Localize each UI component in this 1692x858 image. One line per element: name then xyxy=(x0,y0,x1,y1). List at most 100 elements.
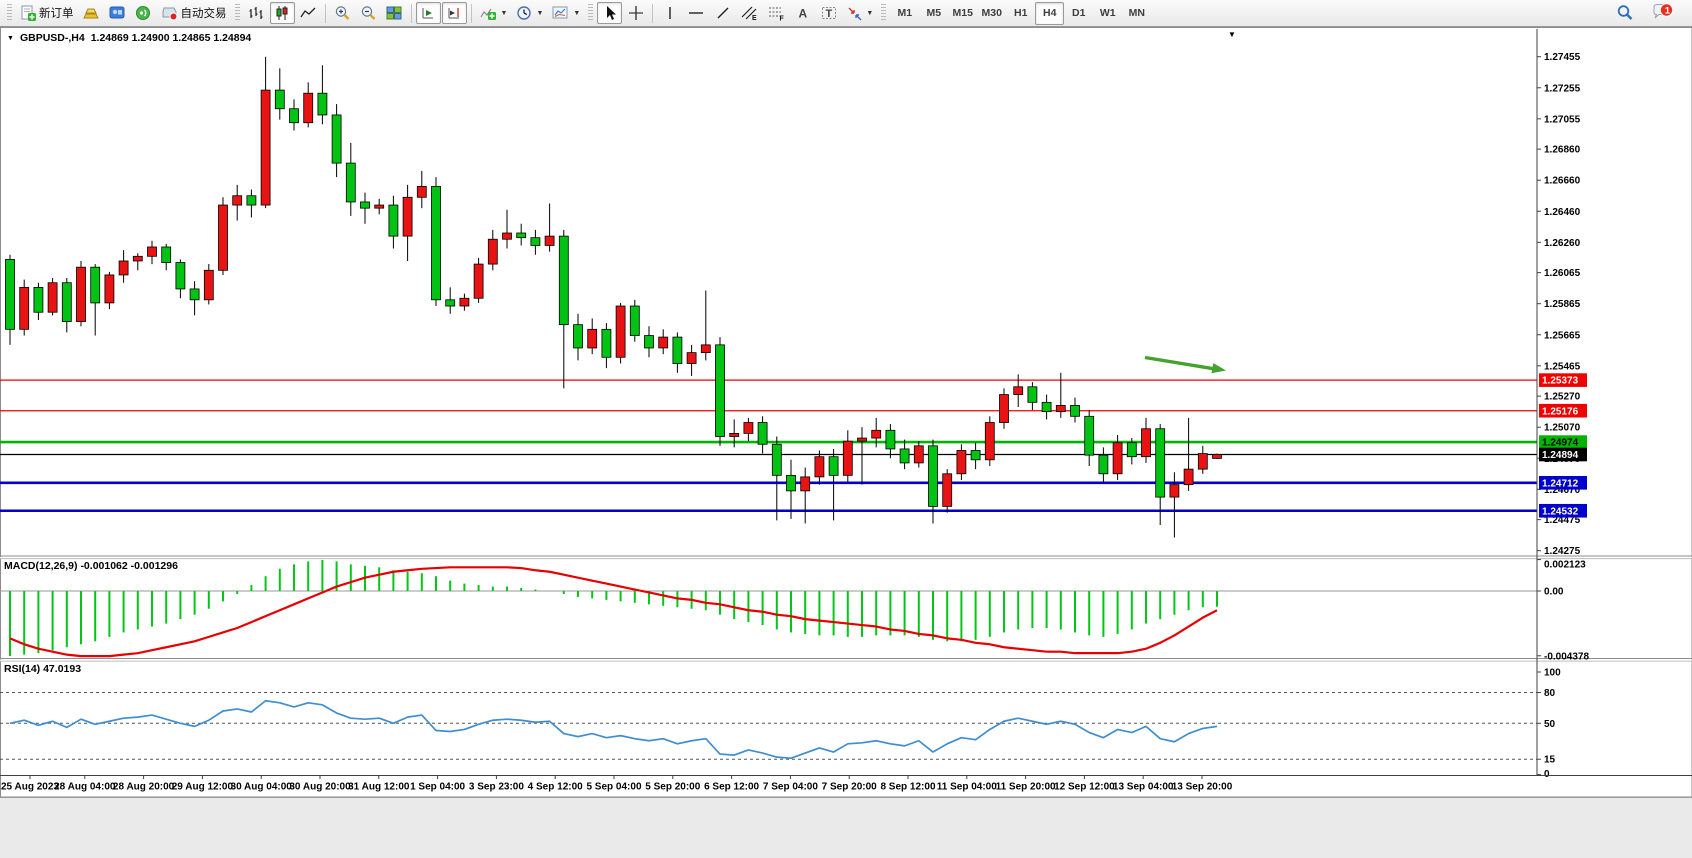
candle xyxy=(985,423,994,460)
vertical-line-button[interactable] xyxy=(657,2,682,24)
chart-area[interactable]: 1.274551.272551.270551.268601.266601.264… xyxy=(0,27,1692,797)
price-tick-label: 1.25665 xyxy=(1544,330,1581,341)
svg-text:E: E xyxy=(752,15,757,21)
equidistant-channel-button[interactable]: E xyxy=(736,2,762,24)
fibonacci-button[interactable]: F xyxy=(763,2,789,24)
gold-button[interactable] xyxy=(79,2,104,24)
time-axis-label: 30 Aug 04:00 xyxy=(231,782,293,793)
toolbar-drag-handle[interactable] xyxy=(881,4,886,22)
price-tick-label: 1.26460 xyxy=(1544,207,1581,218)
trendline-icon xyxy=(715,5,731,21)
trend-arrow[interactable] xyxy=(1145,358,1214,369)
price-tick-label: 1.26065 xyxy=(1544,268,1581,279)
candle xyxy=(1071,405,1080,416)
candle-chart-button[interactable] xyxy=(270,2,295,24)
line-chart-button[interactable] xyxy=(296,2,321,24)
candle xyxy=(1085,416,1094,455)
candle xyxy=(460,298,469,306)
chart-shift-icon xyxy=(446,5,462,21)
rsi-indicator-label: RSI(14) 47.0193 xyxy=(4,663,81,675)
timeframe-button-m1[interactable]: M1 xyxy=(890,2,919,25)
timeframe-button-m30[interactable]: M30 xyxy=(977,2,1006,25)
auto-scroll-button[interactable] xyxy=(416,2,441,24)
tile-windows-icon xyxy=(386,5,402,21)
bar-chart-button[interactable] xyxy=(244,2,269,24)
notification-count: 1 xyxy=(1665,6,1671,17)
candle xyxy=(389,205,398,236)
notifications-button[interactable]: 1 xyxy=(1646,2,1678,24)
auto-scroll-icon xyxy=(420,5,436,21)
rsi-axis-label: 0 xyxy=(1544,769,1550,780)
mql-community-button[interactable] xyxy=(105,2,130,24)
tile-windows-button[interactable] xyxy=(382,2,407,24)
arrows-icon xyxy=(846,5,862,21)
candle xyxy=(6,259,15,329)
timeframe-button-h1[interactable]: H1 xyxy=(1006,2,1035,25)
candle xyxy=(346,163,355,202)
candle xyxy=(929,446,938,507)
timeframe-button-mn[interactable]: MN xyxy=(1122,2,1151,25)
candle xyxy=(318,93,327,115)
window-dropdown-triangle-icon[interactable]: ▼ xyxy=(1228,30,1236,39)
candle xyxy=(190,289,199,300)
trendline-button[interactable] xyxy=(710,2,735,24)
candle xyxy=(886,430,895,449)
timeframe-button-w1[interactable]: W1 xyxy=(1093,2,1122,25)
candle xyxy=(616,306,625,357)
candle xyxy=(20,287,29,329)
arrows-button[interactable]: ▼ xyxy=(842,2,877,24)
text-button[interactable]: A xyxy=(790,2,815,24)
periods-button[interactable]: ▼ xyxy=(512,2,547,24)
candle xyxy=(758,423,767,445)
auto-trading-button[interactable]: 自动交易 xyxy=(157,2,231,24)
chart-menu-triangle-icon[interactable]: ▼ xyxy=(7,35,14,42)
candle xyxy=(233,196,242,205)
zoom-out-button[interactable] xyxy=(356,2,381,24)
bar-chart-icon xyxy=(248,5,264,21)
candle xyxy=(701,345,710,353)
macd-indicator-label: MACD(12,26,9) -0.001062 -0.001296 xyxy=(4,560,178,572)
indicators-button[interactable]: ▼ xyxy=(476,2,512,24)
timeframe-button-m15[interactable]: M15 xyxy=(948,2,977,25)
timeframe-button-h4[interactable]: H4 xyxy=(1035,2,1064,25)
time-axis-label: 5 Sep 20:00 xyxy=(645,782,700,793)
candle xyxy=(48,283,57,313)
candle xyxy=(843,441,852,475)
candle xyxy=(446,300,455,306)
price-tick-label: 1.25270 xyxy=(1544,392,1581,403)
candle xyxy=(673,337,682,363)
price-badge-label: 1.25176 xyxy=(1542,406,1579,417)
signals-icon xyxy=(135,5,151,21)
candle xyxy=(304,93,313,123)
toolbar-drag-handle[interactable] xyxy=(588,4,593,22)
candle xyxy=(119,261,128,275)
new-order-label: 新订单 xyxy=(39,5,74,21)
zoom-out-icon xyxy=(360,5,377,21)
text-label-button[interactable]: T xyxy=(816,2,841,24)
toolbar-drag-handle[interactable] xyxy=(7,4,12,22)
zoom-in-button[interactable] xyxy=(330,2,355,24)
candle xyxy=(247,196,256,205)
cursor-button[interactable] xyxy=(597,2,622,24)
candle-chart-icon xyxy=(274,5,290,21)
candle xyxy=(474,264,483,298)
chart-shift-button[interactable] xyxy=(442,2,467,24)
search-icon xyxy=(1616,4,1634,22)
timeframe-button-m5[interactable]: M5 xyxy=(919,2,948,25)
search-button[interactable] xyxy=(1612,2,1638,24)
candle xyxy=(219,205,228,270)
price-tick-label: 1.27055 xyxy=(1544,114,1581,125)
crosshair-button[interactable] xyxy=(623,2,648,24)
trend-arrow-head xyxy=(1211,363,1226,373)
time-axis-label: 5 Sep 04:00 xyxy=(586,782,641,793)
signals-button[interactable] xyxy=(131,2,156,24)
new-order-button[interactable]: 新订单 xyxy=(16,2,78,24)
time-axis-label: 11 Sep 04:00 xyxy=(937,782,997,793)
time-axis-label: 13 Sep 04:00 xyxy=(1113,782,1174,793)
equidistant-channel-icon: E xyxy=(740,5,758,21)
timeframe-button-d1[interactable]: D1 xyxy=(1064,2,1093,25)
cursor-icon xyxy=(603,5,617,21)
horizontal-line-button[interactable] xyxy=(683,2,709,24)
templates-button[interactable]: ▼ xyxy=(548,2,584,24)
toolbar-drag-handle[interactable] xyxy=(235,4,240,22)
